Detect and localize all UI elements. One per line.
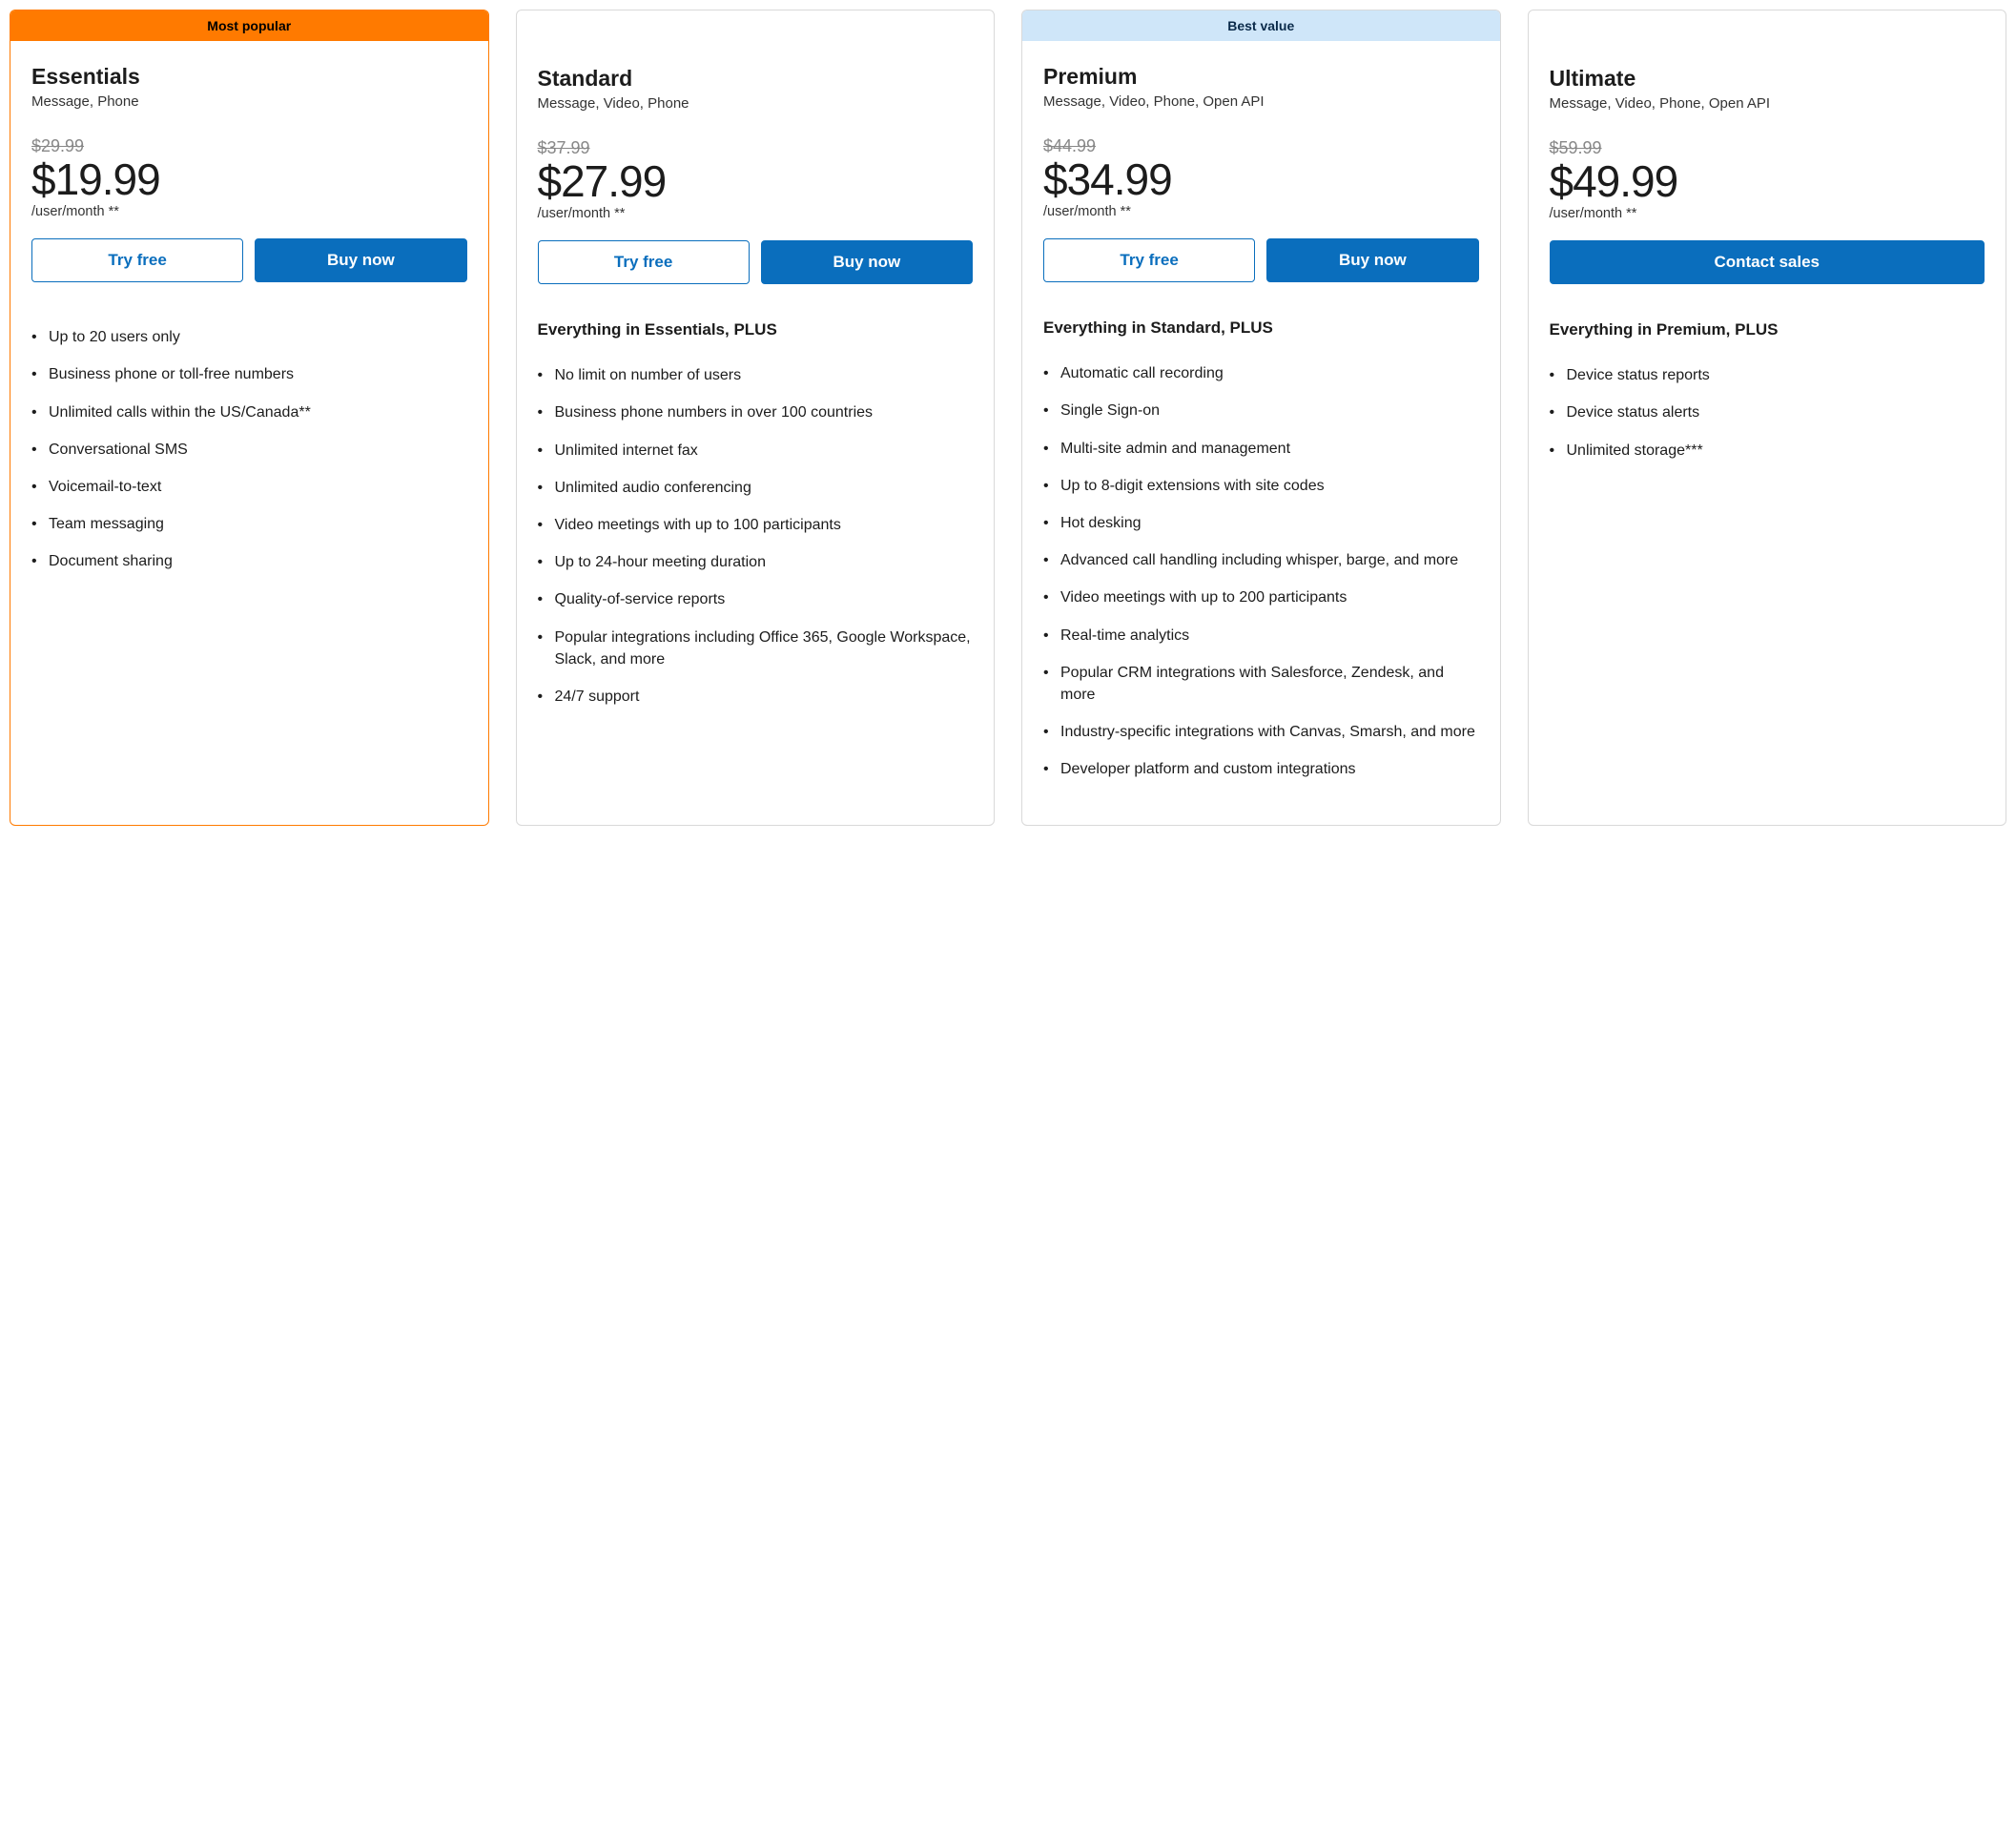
feature-item: Document sharing xyxy=(31,550,467,572)
feature-item: Team messaging xyxy=(31,513,467,535)
feature-item: Business phone numbers in over 100 count… xyxy=(538,401,974,423)
plan-name: Essentials xyxy=(31,64,467,90)
plan-subtitle: Message, Video, Phone, Open API xyxy=(1043,93,1479,110)
plan-old-price: $59.99 xyxy=(1550,138,1985,158)
contact-sales-button[interactable]: Contact sales xyxy=(1550,240,1985,284)
feature-item: Unlimited calls within the US/Canada** xyxy=(31,401,467,423)
feature-item: Popular CRM integrations with Salesforce… xyxy=(1043,662,1479,706)
feature-item: Business phone or toll-free numbers xyxy=(31,363,467,385)
feature-list: Automatic call recording Single Sign-on Mu… xyxy=(1043,362,1479,795)
feature-item: Multi-site admin and management xyxy=(1043,438,1479,460)
badge-spacer xyxy=(517,10,995,43)
plan-subtitle: Message, Video, Phone xyxy=(538,95,974,112)
plan-body: Premium Message, Video, Phone, Open API $4… xyxy=(1022,41,1500,825)
feature-item: 24/7 support xyxy=(538,686,974,708)
feature-item: Unlimited internet fax xyxy=(538,440,974,462)
buy-now-button[interactable]: Buy now xyxy=(761,240,973,284)
feature-item: No limit on number of users xyxy=(538,364,974,386)
plan-plus-heading: Everything in Essentials, PLUS xyxy=(538,320,974,339)
feature-item: Unlimited audio conferencing xyxy=(538,477,974,499)
spacer xyxy=(31,319,467,326)
plan-subtitle: Message, Video, Phone, Open API xyxy=(1550,95,1985,112)
try-free-button[interactable]: Try free xyxy=(538,240,750,284)
feature-item: Up to 24-hour meeting duration xyxy=(538,551,974,573)
feature-item: Video meetings with up to 200 participan… xyxy=(1043,586,1479,608)
plan-name: Ultimate xyxy=(1550,66,1985,92)
plan-body: Essentials Message, Phone $29.99$19.99/use… xyxy=(10,41,488,617)
plan-cta-row: Contact sales xyxy=(1550,240,1985,284)
plan-per-unit: /user/month ** xyxy=(1550,206,1985,221)
plan-price: $34.99 xyxy=(1043,156,1479,202)
plan-per-unit: /user/month ** xyxy=(1043,204,1479,219)
try-free-button[interactable]: Try free xyxy=(31,238,243,282)
plan-per-unit: /user/month ** xyxy=(538,206,974,221)
pricing-grid: Most popular Essentials Message, Phone $29.… xyxy=(10,10,2006,826)
feature-list: Device status reports Device status alert… xyxy=(1550,364,1985,477)
plan-subtitle: Message, Phone xyxy=(31,93,467,110)
feature-item: Developer platform and custom integratio… xyxy=(1043,758,1479,780)
feature-item: Up to 8-digit extensions with site codes xyxy=(1043,475,1479,497)
plan-name: Premium xyxy=(1043,64,1479,90)
feature-item: Automatic call recording xyxy=(1043,362,1479,384)
feature-list: Up to 20 users only Business phone or tol… xyxy=(31,326,467,587)
plan-body: Standard Message, Video, Phone $37.99$27.9… xyxy=(517,43,995,751)
plan-card-essentials: Most popular Essentials Message, Phone $29.… xyxy=(10,10,489,826)
feature-item: Advanced call handling including whisper… xyxy=(1043,549,1479,571)
feature-item: Up to 20 users only xyxy=(31,326,467,348)
plan-plus-heading: Everything in Premium, PLUS xyxy=(1550,320,1985,339)
plan-body: Ultimate Message, Video, Phone, Open API $… xyxy=(1529,43,2006,505)
feature-item: Popular integrations including Office 36… xyxy=(538,627,974,670)
try-free-button[interactable]: Try free xyxy=(1043,238,1255,282)
plan-old-price: $44.99 xyxy=(1043,136,1479,156)
plan-cta-row: Try freeBuy now xyxy=(538,240,974,284)
plan-price: $19.99 xyxy=(31,156,467,202)
plan-card-premium: Best value Premium Message, Video, Phone, … xyxy=(1021,10,1501,826)
feature-item: Industry-specific integrations with Canv… xyxy=(1043,721,1479,743)
buy-now-button[interactable]: Buy now xyxy=(1266,238,1478,282)
plan-per-unit: /user/month ** xyxy=(31,204,467,219)
feature-item: Device status alerts xyxy=(1550,401,1985,423)
buy-now-button[interactable]: Buy now xyxy=(255,238,466,282)
feature-item: Voicemail-to-text xyxy=(31,476,467,498)
badge-best-value: Best value xyxy=(1022,10,1500,41)
plan-old-price: $37.99 xyxy=(538,138,974,158)
plan-plus-heading: Everything in Standard, PLUS xyxy=(1043,319,1479,338)
plan-card-ultimate: Ultimate Message, Video, Phone, Open API $… xyxy=(1528,10,2007,826)
badge-most-popular: Most popular xyxy=(10,10,488,41)
plan-name: Standard xyxy=(538,66,974,92)
plan-cta-row: Try freeBuy now xyxy=(1043,238,1479,282)
feature-item: Hot desking xyxy=(1043,512,1479,534)
feature-item: Video meetings with up to 100 participan… xyxy=(538,514,974,536)
feature-item: Single Sign-on xyxy=(1043,400,1479,421)
plan-cta-row: Try free Buy now xyxy=(31,238,467,282)
feature-list: No limit on number of users Business phon… xyxy=(538,364,974,723)
feature-item: Quality-of-service reports xyxy=(538,588,974,610)
plan-card-standard: Standard Message, Video, Phone $37.99$27.9… xyxy=(516,10,996,826)
feature-item: Real-time analytics xyxy=(1043,625,1479,647)
feature-item: Device status reports xyxy=(1550,364,1985,386)
plan-old-price: $29.99 xyxy=(31,136,467,156)
plan-price: $49.99 xyxy=(1550,158,1985,204)
badge-spacer xyxy=(1529,10,2006,43)
plan-price: $27.99 xyxy=(538,158,974,204)
feature-item: Conversational SMS xyxy=(31,439,467,461)
feature-item: Unlimited storage*** xyxy=(1550,440,1985,462)
